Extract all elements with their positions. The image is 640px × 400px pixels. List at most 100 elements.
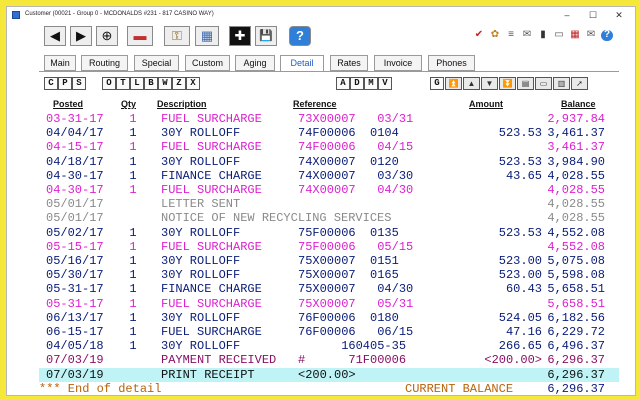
calendar-icon[interactable]: ▦	[569, 30, 581, 41]
reference: 74X00007 04/30	[298, 183, 414, 197]
palette-icon[interactable]: ✿	[489, 30, 501, 41]
tab-phones[interactable]: Phones	[428, 55, 475, 71]
posted-date: 05/30/17	[46, 268, 104, 283]
tab-custom[interactable]: Custom	[185, 55, 230, 71]
description: 30Y ROLLOFF	[161, 154, 241, 169]
posted-date: 04-15-17	[46, 140, 104, 155]
ledger-row[interactable]: 04/04/17 1 30Y ROLLOFF 74F00006 0104 523.53 3…	[39, 126, 619, 140]
quantity: 1	[129, 168, 137, 183]
tab-rates[interactable]: Rates	[330, 55, 368, 71]
filter-t-button[interactable]: T	[116, 77, 130, 90]
first-icon[interactable]: ⏫	[445, 77, 462, 90]
filter-v-button[interactable]: V	[378, 77, 392, 90]
filter-o-button[interactable]: O	[102, 77, 116, 90]
forward-arrow-icon[interactable]: ▶	[70, 26, 92, 46]
posted-date: 06/13/17	[46, 310, 104, 325]
ledger-row[interactable]: 05/01/17 NOTICE OF NEW RECYCLING SERVICES…	[39, 211, 619, 225]
down-icon[interactable]: ▼	[481, 77, 498, 90]
close-button[interactable]: ✕	[612, 9, 626, 21]
message-icon[interactable]: ✉	[521, 30, 533, 41]
balance: 3,461.37	[547, 126, 605, 141]
ledger-row[interactable]: 06/13/17 1 30Y ROLLOFF 76F00006 0180 524.05 6…	[39, 311, 619, 325]
crosshair-icon[interactable]: ⊕	[96, 26, 118, 46]
ledger-row[interactable]: 07/03/19 PAYMENT RECEIVED # 71F00006 <200.0…	[39, 353, 619, 367]
notes-icon[interactable]: ▭	[535, 77, 552, 90]
back-arrow-icon[interactable]: ◀	[44, 26, 66, 46]
ledger-row[interactable]: 05-31-17 1 FUEL SURCHARGE 75X00007 05/31 5,6…	[39, 297, 619, 311]
filter-x-button[interactable]: X	[186, 77, 200, 90]
calculator-icon[interactable]: ▦	[195, 26, 219, 46]
ledger-row[interactable]: 05-31-17 1 FINANCE CHARGE 75X00007 04/30 60.…	[39, 282, 619, 296]
title-bar[interactable]: Customer (00021 - Group 0 - MCDONALDS #2…	[7, 7, 635, 23]
ledger-row[interactable]: 07/03/19 PRINT RECEIPT <200.00> 6,296.37	[39, 367, 619, 382]
checkmark-icon[interactable]: ✔	[473, 30, 485, 41]
list-icon[interactable]: ≡	[505, 30, 517, 41]
reference: 73X00007 03/31	[298, 112, 414, 126]
filter-c-button[interactable]: C	[44, 77, 58, 90]
ledger-row[interactable]: 05/01/17 LETTER SENT 4,028.55	[39, 197, 619, 211]
last-icon[interactable]: ⏬	[499, 77, 516, 90]
filter-g-button[interactable]: G	[430, 77, 444, 90]
reference: 74X00007 03/30	[298, 168, 414, 183]
tab-invoice[interactable]: Invoice	[374, 55, 422, 71]
ledger-row[interactable]: 04/05/18 1 30Y ROLLOFF 160405-35 266.65 6,49…	[39, 339, 619, 353]
description: NOTICE OF NEW RECYCLING SERVICES	[161, 211, 392, 226]
add-icon[interactable]: ✚	[229, 26, 251, 46]
maximize-button[interactable]: ☐	[586, 9, 600, 21]
tab-main[interactable]: Main	[44, 55, 76, 71]
save-icon[interactable]: 💾	[255, 26, 277, 46]
posted-date: 05/16/17	[46, 254, 104, 268]
ledger-row[interactable]: 05/16/17 1 30Y ROLLOFF 75X00007 0151 523.00 5…	[39, 254, 619, 268]
quantity: 1	[129, 339, 137, 354]
up-icon[interactable]: ▲	[463, 77, 480, 90]
export-icon[interactable]: ▥	[553, 77, 570, 90]
tab-routing[interactable]: Routing	[81, 55, 128, 71]
tab-aging[interactable]: Aging	[235, 55, 275, 71]
trash-icon[interactable]: ▮	[537, 30, 549, 41]
posted-date: 07/03/19	[46, 353, 104, 368]
ledger-row[interactable]: 05-15-17 1 FUEL SURCHARGE 75F00006 05/15 4,5…	[39, 240, 619, 254]
ledger-row[interactable]: 04-15-17 1 FUEL SURCHARGE 74F00006 04/15 3,4…	[39, 140, 619, 154]
ledger-row[interactable]: 03-31-17 1 FUEL SURCHARGE 73X00007 03/31 2,9…	[39, 112, 619, 126]
filter-w-button[interactable]: W	[158, 77, 172, 90]
balance: 6,229.72	[547, 325, 605, 339]
help-small-icon[interactable]: ?	[601, 30, 613, 41]
tab-detail[interactable]: Detail	[280, 55, 324, 72]
ledger-row[interactable]: 04/18/17 1 30Y ROLLOFF 74X00007 0120 523.53 3…	[39, 155, 619, 169]
eraser-icon[interactable]: ▬	[127, 26, 153, 46]
key-icon[interactable]: ⚿	[164, 26, 190, 46]
ledger-row[interactable]: 04-30-17 1 FUEL SURCHARGE 74X00007 04/30 4,0…	[39, 183, 619, 197]
tab-special[interactable]: Special	[134, 55, 179, 71]
filter-a-button[interactable]: A	[336, 77, 350, 90]
folder-icon[interactable]: ▭	[553, 30, 565, 41]
ledger-row[interactable]: 05/02/17 1 30Y ROLLOFF 75F00006 0135 523.53 4…	[39, 226, 619, 240]
balance: 6,296.37	[547, 367, 605, 382]
filter-b-button[interactable]: B	[144, 77, 158, 90]
description: FUEL SURCHARGE	[161, 183, 262, 197]
reference: 75X00007 0165	[298, 268, 399, 283]
print-icon[interactable]: ▤	[517, 77, 534, 90]
posted-date: 05-31-17	[46, 282, 104, 297]
ledger-row[interactable]: 05/30/17 1 30Y ROLLOFF 75X00007 0165 523.00 5…	[39, 268, 619, 282]
email-icon[interactable]: ✉	[585, 30, 597, 41]
filter-s-button[interactable]: S	[72, 77, 86, 90]
filter-m-button[interactable]: M	[364, 77, 378, 90]
send-icon[interactable]: ➚	[571, 77, 588, 90]
filter-l-button[interactable]: L	[130, 77, 144, 90]
balance: 3,461.37	[547, 140, 605, 155]
minimize-button[interactable]: –	[560, 9, 574, 21]
posted-date: 04-30-17	[46, 168, 104, 183]
filter-d-button[interactable]: D	[350, 77, 364, 90]
balance: 4,028.55	[547, 183, 605, 197]
tab-divider	[39, 71, 619, 72]
ledger-row[interactable]: 06-15-17 1 FUEL SURCHARGE 76F00006 06/15 47.…	[39, 325, 619, 339]
description: 30Y ROLLOFF	[161, 310, 241, 325]
filter-z-button[interactable]: Z	[172, 77, 186, 90]
description: FINANCE CHARGE	[161, 168, 262, 183]
help-icon[interactable]: ?	[289, 26, 311, 46]
description: FINANCE CHARGE	[161, 282, 262, 297]
balance: 5,075.08	[547, 254, 605, 268]
posted-date: 04-30-17	[46, 183, 104, 197]
ledger-row[interactable]: 04-30-17 1 FINANCE CHARGE 74X00007 03/30 43.…	[39, 169, 619, 183]
filter-p-button[interactable]: P	[58, 77, 72, 90]
